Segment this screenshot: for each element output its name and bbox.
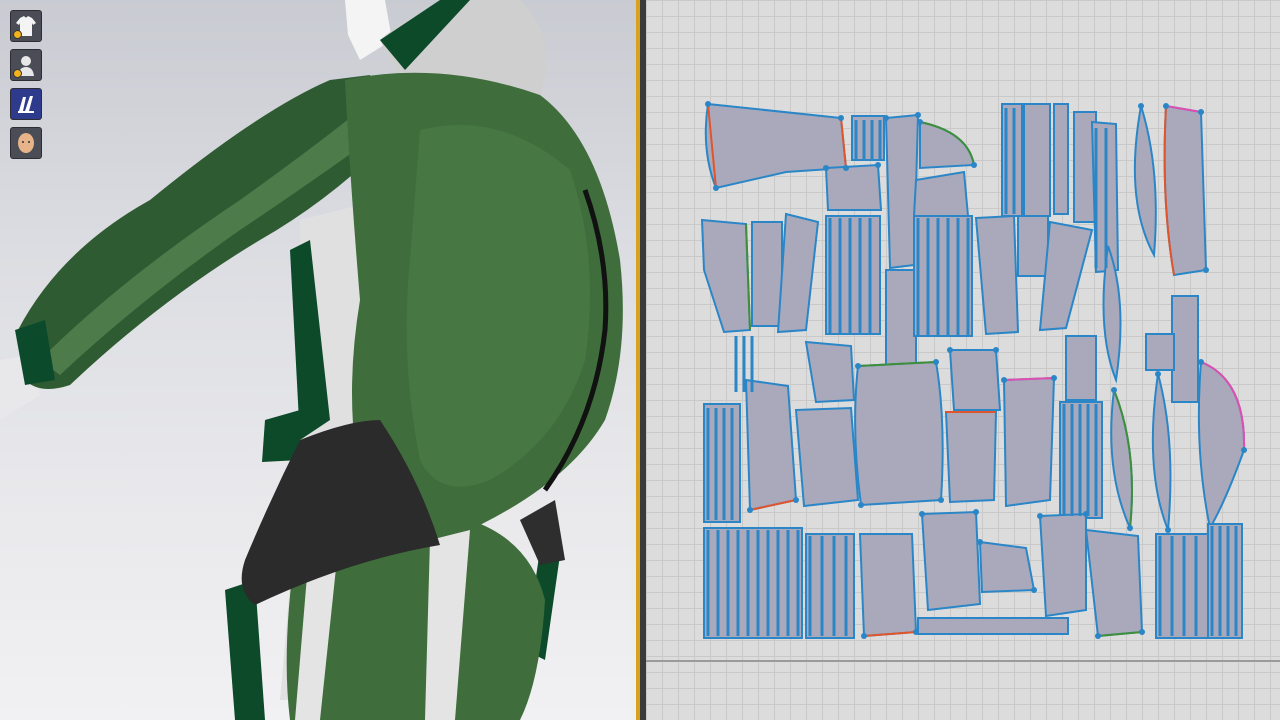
3d-viewport[interactable] bbox=[0, 0, 636, 720]
avatar-face-icon bbox=[18, 133, 34, 153]
avatar-face-button[interactable] bbox=[10, 127, 42, 159]
avatar-body-button[interactable] bbox=[10, 49, 42, 81]
pattern-piece bbox=[700, 212, 1199, 403]
pocket-flap-right bbox=[520, 500, 565, 565]
active-indicator-icon bbox=[13, 69, 22, 78]
2d-pattern-window[interactable] bbox=[646, 0, 1280, 720]
pattern-layout[interactable] bbox=[646, 0, 1280, 720]
garment-3d-view[interactable] bbox=[0, 0, 636, 720]
render-mode-icon bbox=[18, 96, 34, 113]
garment-shirt-button[interactable] bbox=[10, 10, 42, 42]
avatar-head bbox=[345, 0, 392, 60]
3d-toolbar bbox=[10, 10, 42, 159]
render-mode-button[interactable] bbox=[10, 88, 42, 120]
active-indicator-icon bbox=[13, 30, 22, 39]
